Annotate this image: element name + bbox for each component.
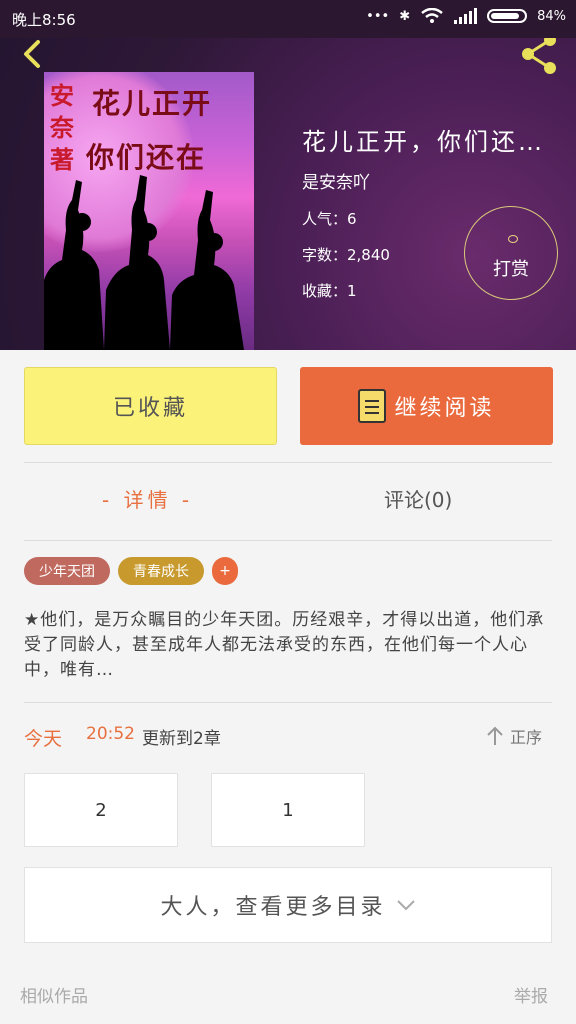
book-description[interactable]: ★他们，是万众瞩目的少年天团。历经艰辛，才得以出道，他们承受了同龄人，甚至成年人… [24, 608, 552, 683]
cover-silhouettes [44, 175, 244, 350]
book-title: 花儿正开，你们还… [302, 128, 545, 156]
cover-title-line1: 花儿正开 [92, 87, 213, 120]
divider [24, 702, 552, 703]
book-author[interactable]: 是安奈吖 [302, 168, 370, 193]
status-icons: ••• ✱ 84% [366, 8, 566, 24]
signal-icon [454, 8, 478, 24]
word-count: 字数：2,840 [302, 246, 390, 264]
chapter-item[interactable]: 2 [24, 773, 178, 847]
bluetooth-icon: ✱ [399, 8, 411, 24]
update-text: 更新到2章 [142, 729, 221, 749]
chapter-item[interactable]: 1 [211, 773, 365, 847]
divider [24, 462, 552, 463]
back-arrow-icon[interactable] [16, 38, 52, 72]
chevron-down-icon [396, 900, 415, 911]
tag-item[interactable]: 青春成长 [118, 557, 204, 585]
collected-button[interactable]: 已收藏 [24, 367, 277, 445]
favorite-count: 收藏：1 [302, 282, 357, 300]
more-catalog-label: 大人，查看更多目录 [160, 895, 386, 920]
continue-reading-label: 继续阅读 [394, 396, 495, 421]
sort-order-label: 正序 [510, 728, 543, 747]
tip-label: 打赏 [493, 259, 529, 280]
tab-comment[interactable]: 评论(0) [384, 484, 452, 513]
more-catalog-button[interactable]: 大人，查看更多目录 [24, 867, 552, 943]
share-icon[interactable] [516, 38, 568, 84]
wifi-icon [421, 8, 443, 23]
update-time: 20:52 [86, 724, 135, 744]
collected-label: 已收藏 [112, 396, 188, 421]
tag-item[interactable]: 少年天团 [24, 557, 110, 585]
status-time: 晚上8:56 [12, 11, 76, 29]
divider [24, 540, 552, 541]
book-icon [358, 389, 387, 423]
similar-works-link[interactable]: 相似作品 [20, 982, 88, 1007]
cover-author-text: 安奈著 [50, 81, 74, 174]
coin-icon [508, 235, 518, 243]
battery-percent: 84% [537, 8, 566, 24]
popularity: 人气：6 [302, 210, 357, 228]
sort-order-button[interactable]: 正序 [486, 724, 542, 748]
tab-detail[interactable]: - 详情 - [102, 484, 193, 513]
add-tag-button[interactable]: + [212, 557, 238, 585]
status-bar: 晚上8:56 ••• ✱ 84% [0, 0, 576, 38]
book-header: 安奈著 花儿正开 你们还在 花儿正开，你们还… 是安奈吖 人气：6 字数：2,8… [0, 38, 576, 350]
book-cover[interactable]: 安奈著 花儿正开 你们还在 [44, 72, 254, 350]
update-day: 今天 [24, 728, 63, 750]
battery-icon [487, 9, 528, 23]
report-link[interactable]: 举报 [514, 982, 548, 1007]
tip-button[interactable]: 打赏 [464, 206, 558, 300]
continue-reading-button[interactable]: 继续阅读 [300, 367, 553, 445]
more-dots-icon: ••• [366, 8, 390, 24]
arrow-up-icon [487, 726, 503, 745]
